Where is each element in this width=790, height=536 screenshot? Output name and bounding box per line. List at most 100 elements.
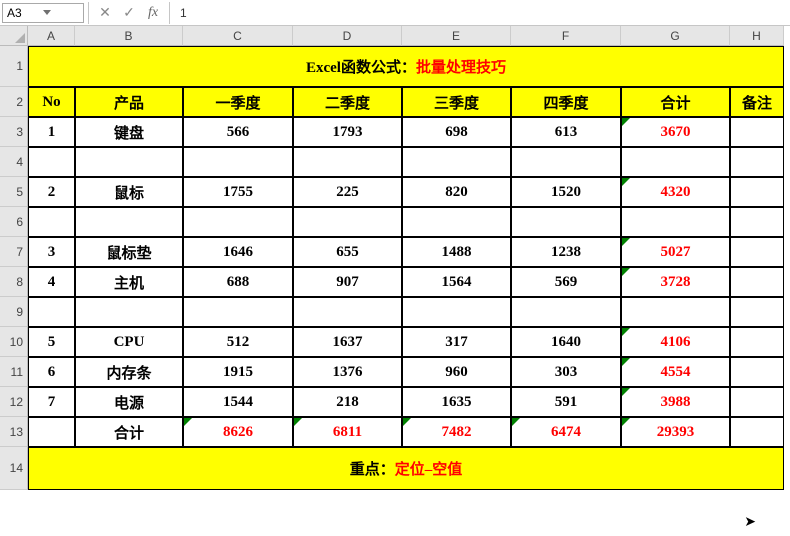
blank-cell[interactable]	[621, 297, 730, 327]
header-0[interactable]: No	[28, 87, 75, 117]
data-cell[interactable]: 4	[28, 267, 75, 297]
data-cell[interactable]: 655	[293, 237, 402, 267]
data-cell[interactable]: CPU	[75, 327, 183, 357]
blank-cell[interactable]	[293, 297, 402, 327]
total-blank[interactable]	[730, 417, 784, 447]
row-header-10[interactable]: 10	[0, 327, 28, 357]
data-cell[interactable]: 3728	[621, 267, 730, 297]
blank-cell[interactable]	[75, 147, 183, 177]
col-header-E[interactable]: E	[402, 26, 511, 46]
data-cell[interactable]: 1793	[293, 117, 402, 147]
total-label[interactable]: 合计	[75, 417, 183, 447]
blank-cell[interactable]	[75, 297, 183, 327]
row-header-9[interactable]: 9	[0, 297, 28, 327]
data-cell[interactable]	[730, 267, 784, 297]
col-header-F[interactable]: F	[511, 26, 621, 46]
blank-cell[interactable]	[402, 207, 511, 237]
header-6[interactable]: 合计	[621, 87, 730, 117]
data-cell[interactable]: 569	[511, 267, 621, 297]
data-cell[interactable]: 1488	[402, 237, 511, 267]
data-cell[interactable]	[730, 327, 784, 357]
name-box[interactable]: A3	[2, 3, 84, 23]
blank-cell[interactable]	[75, 207, 183, 237]
col-header-H[interactable]: H	[730, 26, 784, 46]
row-header-2[interactable]: 2	[0, 87, 28, 117]
data-cell[interactable]: 1635	[402, 387, 511, 417]
data-cell[interactable]: 1640	[511, 327, 621, 357]
data-cell[interactable]: 1238	[511, 237, 621, 267]
data-cell[interactable]: 1544	[183, 387, 293, 417]
data-cell[interactable]: 907	[293, 267, 402, 297]
blank-cell[interactable]	[28, 207, 75, 237]
header-3[interactable]: 二季度	[293, 87, 402, 117]
data-cell[interactable]	[730, 357, 784, 387]
data-cell[interactable]: 1564	[402, 267, 511, 297]
fx-icon[interactable]: fx	[141, 2, 165, 24]
data-cell[interactable]	[730, 117, 784, 147]
cancel-icon[interactable]: ✕	[93, 2, 117, 24]
data-cell[interactable]: 303	[511, 357, 621, 387]
row-header-4[interactable]: 4	[0, 147, 28, 177]
data-cell[interactable]: 1915	[183, 357, 293, 387]
data-cell[interactable]: 591	[511, 387, 621, 417]
data-cell[interactable]: 1646	[183, 237, 293, 267]
row-header-14[interactable]: 14	[0, 447, 28, 490]
data-cell[interactable]: 225	[293, 177, 402, 207]
blank-cell[interactable]	[402, 147, 511, 177]
row-header-11[interactable]: 11	[0, 357, 28, 387]
data-cell[interactable]: 317	[402, 327, 511, 357]
select-all-corner[interactable]	[0, 26, 28, 46]
blank-cell[interactable]	[183, 147, 293, 177]
blank-cell[interactable]	[293, 147, 402, 177]
total-value[interactable]: 6474	[511, 417, 621, 447]
blank-cell[interactable]	[183, 207, 293, 237]
data-cell[interactable]: 键盘	[75, 117, 183, 147]
data-cell[interactable]: 1755	[183, 177, 293, 207]
total-value[interactable]: 29393	[621, 417, 730, 447]
data-cell[interactable]: 613	[511, 117, 621, 147]
data-cell[interactable]: 5027	[621, 237, 730, 267]
blank-cell[interactable]	[621, 207, 730, 237]
confirm-icon[interactable]: ✓	[117, 2, 141, 24]
data-cell[interactable]: 鼠标垫	[75, 237, 183, 267]
header-4[interactable]: 三季度	[402, 87, 511, 117]
total-blank[interactable]	[28, 417, 75, 447]
row-header-1[interactable]: 1	[0, 46, 28, 87]
data-cell[interactable]: 3988	[621, 387, 730, 417]
data-cell[interactable]	[730, 387, 784, 417]
data-cell[interactable]: 1376	[293, 357, 402, 387]
total-value[interactable]: 7482	[402, 417, 511, 447]
footer-cell[interactable]: 重点：定位–空值	[28, 447, 784, 490]
total-value[interactable]: 6811	[293, 417, 402, 447]
blank-cell[interactable]	[730, 147, 784, 177]
row-header-8[interactable]: 8	[0, 267, 28, 297]
blank-cell[interactable]	[730, 207, 784, 237]
row-header-5[interactable]: 5	[0, 177, 28, 207]
row-header-7[interactable]: 7	[0, 237, 28, 267]
data-cell[interactable]: 3670	[621, 117, 730, 147]
data-cell[interactable]	[730, 177, 784, 207]
data-cell[interactable]: 4320	[621, 177, 730, 207]
blank-cell[interactable]	[511, 207, 621, 237]
data-cell[interactable]: 820	[402, 177, 511, 207]
blank-cell[interactable]	[511, 147, 621, 177]
blank-cell[interactable]	[28, 297, 75, 327]
header-1[interactable]: 产品	[75, 87, 183, 117]
data-cell[interactable]: 1	[28, 117, 75, 147]
data-cell[interactable]: 1520	[511, 177, 621, 207]
row-header-6[interactable]: 6	[0, 207, 28, 237]
data-cell[interactable]: 218	[293, 387, 402, 417]
col-header-A[interactable]: A	[28, 26, 75, 46]
blank-cell[interactable]	[511, 297, 621, 327]
title-cell[interactable]: Excel函数公式：批量处理技巧	[28, 46, 784, 87]
col-header-C[interactable]: C	[183, 26, 293, 46]
col-header-D[interactable]: D	[293, 26, 402, 46]
blank-cell[interactable]	[621, 147, 730, 177]
data-cell[interactable]: 2	[28, 177, 75, 207]
data-cell[interactable]: 698	[402, 117, 511, 147]
data-cell[interactable]: 主机	[75, 267, 183, 297]
data-cell[interactable]: 960	[402, 357, 511, 387]
blank-cell[interactable]	[730, 297, 784, 327]
header-5[interactable]: 四季度	[511, 87, 621, 117]
data-cell[interactable]: 688	[183, 267, 293, 297]
